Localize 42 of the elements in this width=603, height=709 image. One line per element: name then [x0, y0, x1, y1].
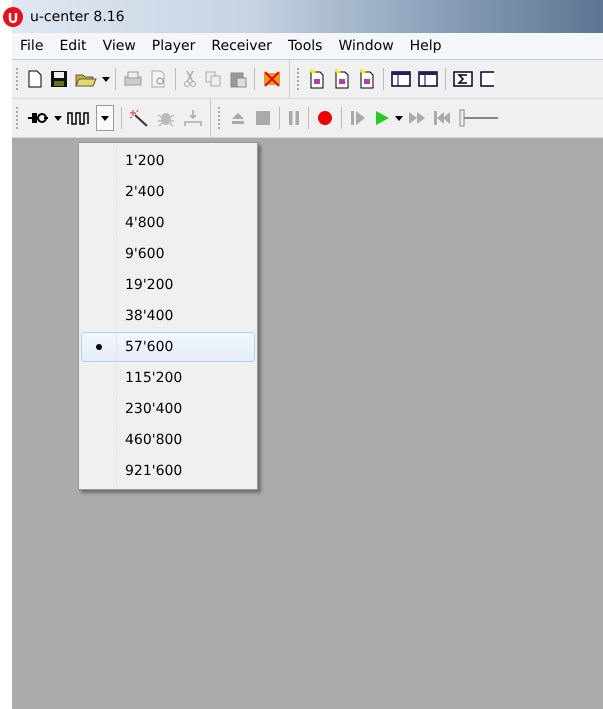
- pane-layout-icon[interactable]: [418, 70, 438, 88]
- new-document-icon[interactable]: [308, 69, 326, 89]
- menu-item[interactable]: 115'200: [81, 363, 255, 393]
- menu-item[interactable]: Player: [144, 38, 204, 54]
- window-title: u-center 8.16: [30, 8, 125, 24]
- connector-icon[interactable]: [27, 111, 49, 125]
- new-file-icon[interactable]: [27, 70, 43, 88]
- square-wave-icon[interactable]: [67, 111, 89, 125]
- caret-icon[interactable]: [102, 76, 110, 82]
- menu-item[interactable]: View: [94, 38, 144, 54]
- menu-item[interactable]: 9'600: [81, 239, 255, 269]
- paste-icon[interactable]: [229, 70, 247, 88]
- dropdown-button[interactable]: [96, 105, 114, 131]
- menu-item[interactable]: 4'800: [81, 208, 255, 238]
- record-icon[interactable]: [316, 109, 334, 127]
- menu-item[interactable]: Tools: [280, 38, 330, 54]
- menu-item[interactable]: 1'200: [81, 146, 255, 176]
- caret-icon: [101, 116, 109, 120]
- menu-item[interactable]: 921'600: [81, 456, 255, 486]
- menu-item[interactable]: 460'800: [81, 425, 255, 455]
- menu-item[interactable]: File: [12, 38, 52, 54]
- menu-item[interactable]: Help: [402, 38, 450, 54]
- radio-dot-icon: [96, 344, 102, 350]
- menu-item[interactable]: 2'400: [81, 177, 255, 207]
- caret-icon[interactable]: [54, 116, 62, 120]
- new-document-icon[interactable]: [358, 69, 376, 89]
- menu-item[interactable]: 19'200: [81, 270, 255, 300]
- table-icon[interactable]: [480, 70, 494, 88]
- menu-item[interactable]: 230'400: [81, 394, 255, 424]
- pane-layout-icon[interactable]: [391, 70, 411, 88]
- disconnect-icon[interactable]: [262, 70, 282, 88]
- save-icon[interactable]: [50, 70, 68, 88]
- caret-icon[interactable]: [395, 116, 403, 120]
- menu-item[interactable]: 57'600: [81, 332, 255, 362]
- menu-item[interactable]: 38'400: [81, 301, 255, 331]
- magic-wand-icon[interactable]: [129, 109, 149, 127]
- new-document-icon[interactable]: [333, 69, 351, 89]
- menu-item[interactable]: Receiver: [203, 38, 280, 54]
- slider-icon[interactable]: [458, 108, 498, 128]
- menu-item[interactable]: Edit: [51, 38, 95, 54]
- menu-item[interactable]: Window: [330, 38, 402, 54]
- sigma-icon[interactable]: [453, 70, 473, 88]
